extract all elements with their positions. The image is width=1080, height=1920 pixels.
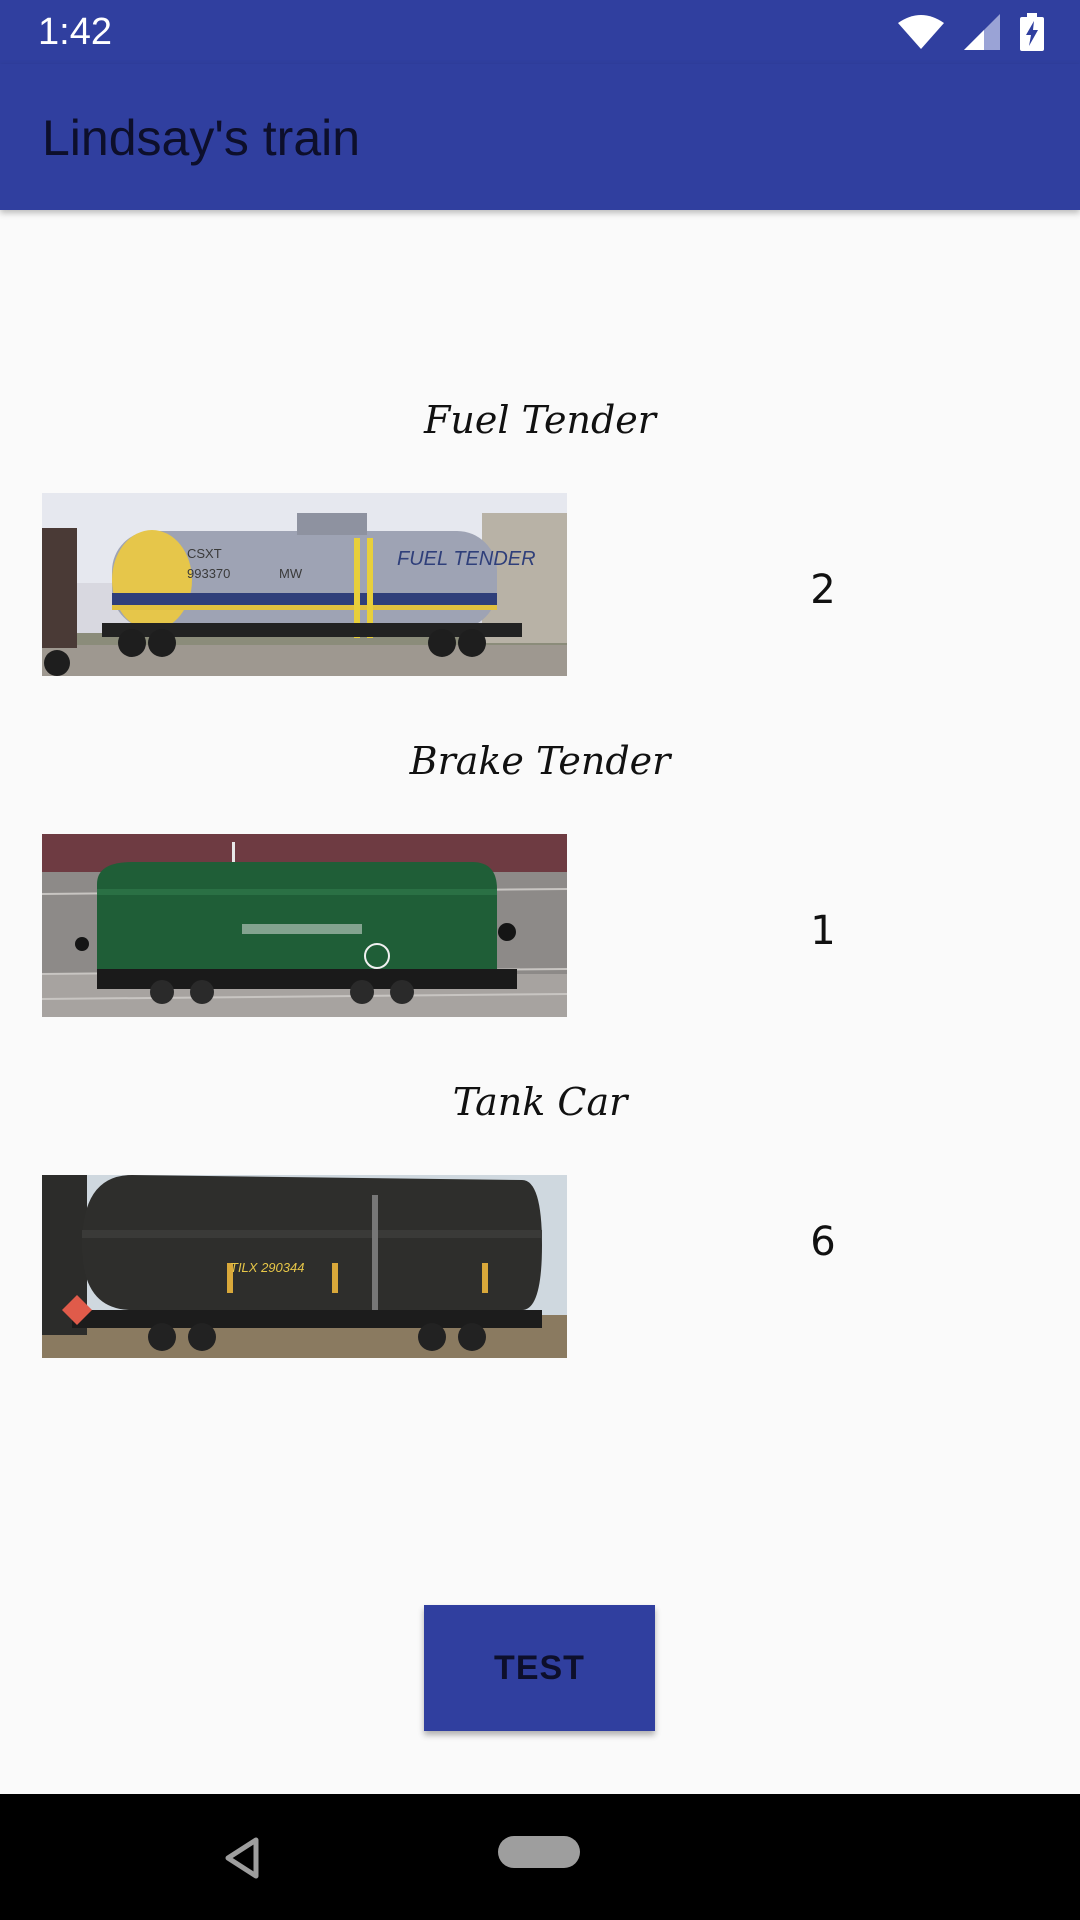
battery-charging-icon xyxy=(1020,13,1044,51)
svg-text:TILX 290344: TILX 290344 xyxy=(230,1260,304,1275)
tank-car-image: TILX 290344 xyxy=(42,1175,567,1358)
test-button[interactable]: TEST xyxy=(424,1605,655,1731)
back-icon[interactable] xyxy=(222,1836,262,1880)
svg-text:CSXT: CSXT xyxy=(187,546,222,561)
app-bar: Lindsay's train xyxy=(0,64,1080,210)
navigation-bar xyxy=(0,1794,1080,1920)
status-time: 1:42 xyxy=(38,11,112,53)
status-bar: 1:42 xyxy=(0,0,1080,64)
svg-text:MW: MW xyxy=(279,566,303,581)
svg-text:FUEL TENDER: FUEL TENDER xyxy=(397,548,536,570)
home-pill-icon[interactable] xyxy=(498,1836,580,1868)
status-icons xyxy=(898,12,1044,52)
signal-icon xyxy=(964,14,1000,50)
app-title: Lindsay's train xyxy=(42,110,361,166)
fuel-tender-image: CSXT 993370 MW FUEL TENDER xyxy=(42,493,567,676)
car-title-tank-car: Tank Car xyxy=(452,1080,628,1124)
car-title-brake-tender: Brake Tender xyxy=(409,739,671,783)
car-title-fuel-tender: Fuel Tender xyxy=(424,398,656,442)
tank-car-count: 6 xyxy=(810,1219,836,1265)
fuel-tender-count: 2 xyxy=(810,567,836,613)
brake-tender-image xyxy=(42,834,567,1017)
wifi-icon xyxy=(898,15,944,49)
svg-text:993370: 993370 xyxy=(187,566,230,581)
brake-tender-count: 1 xyxy=(810,908,836,954)
